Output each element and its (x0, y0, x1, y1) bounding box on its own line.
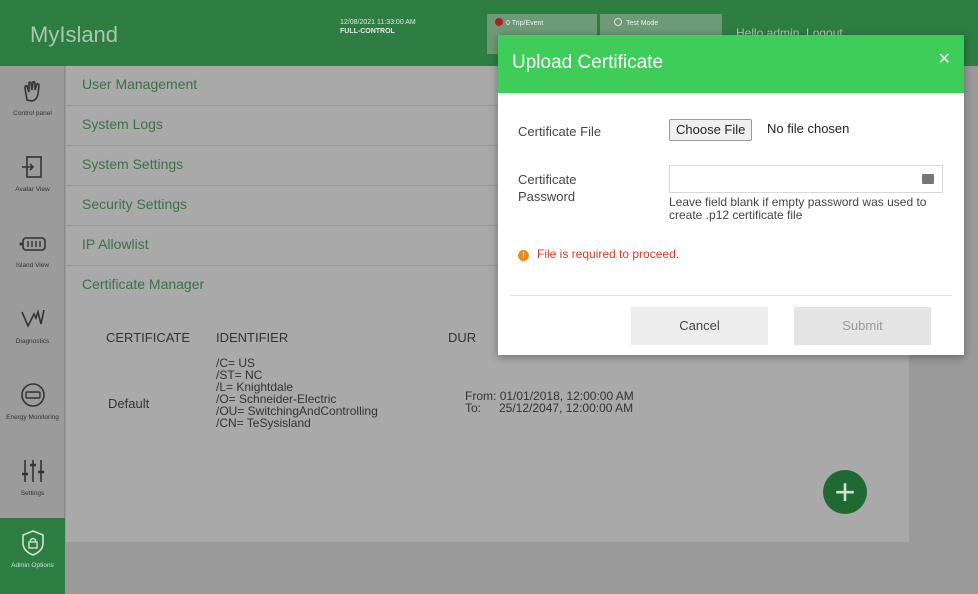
password-label-line: Password (518, 189, 576, 204)
app-brand: MyIsland (30, 22, 119, 47)
sidebar-item-admin-options[interactable]: Admin Options (0, 518, 65, 594)
pulse-icon (20, 309, 45, 328)
sidebar-item-settings[interactable]: Settings (0, 446, 65, 522)
sidebar: Control panel Avatar View Island View Di… (0, 66, 65, 594)
submit-button[interactable]: Submit (794, 307, 931, 345)
to-label: To: (465, 401, 482, 415)
radio-icon (614, 18, 622, 26)
sidebar-label: Admin Options (11, 562, 54, 569)
add-certificate-button[interactable]: + (823, 470, 867, 514)
dialog-title: Upload Certificate (512, 52, 664, 73)
meter-icon (20, 383, 45, 407)
test-mode-label: Test Mode (626, 20, 659, 27)
shield-lock-icon (21, 530, 44, 556)
sidebar-item-avatar-view[interactable]: Avatar View (0, 142, 65, 218)
trip-event-label: 0 Trip/Event (506, 20, 544, 27)
sliders-icon (21, 460, 44, 482)
to-value: 25/12/2047, 12:00:00 AM (499, 401, 634, 415)
sidebar-label: Avatar View (15, 186, 50, 193)
identifier-line: /CN= TeSysisland (216, 416, 311, 430)
control-mode-text: FULL-CONTROL (340, 28, 395, 35)
column-header-duration: DUR (448, 330, 477, 345)
datetime-display: 12/08/2021 11:33:00 AM FULL-CONTROL (340, 18, 480, 50)
certificate-duration: From: 01/01/2018, 12:00:00 AM To: 25/12/2… (465, 390, 634, 414)
password-label-line: Certificate (518, 172, 577, 187)
sidebar-label: Settings (20, 490, 45, 497)
sidebar-label: Energy Monitoring (6, 414, 59, 421)
sidebar-label: Control panel (13, 110, 52, 117)
password-hint: Leave field blank if empty password was … (669, 195, 927, 222)
keyboard-icon[interactable] (922, 174, 934, 184)
upload-certificate-dialog: Upload Certificate × Certificate File Ch… (498, 35, 964, 355)
certificate-name: Default (108, 396, 150, 411)
certificate-password-label: Certificate Password (518, 171, 577, 205)
error-message: ! File is required to proceed. (518, 247, 679, 261)
cancel-button[interactable]: Cancel (631, 307, 768, 345)
certificate-password-input[interactable] (669, 165, 943, 193)
sidebar-item-control-panel[interactable]: Control panel (0, 66, 65, 142)
battery-icon (19, 237, 46, 251)
alert-dot-icon (495, 18, 503, 26)
sidebar-item-diagnostics[interactable]: Diagnostics (0, 294, 65, 370)
choose-file-button[interactable]: Choose File (669, 119, 753, 141)
datetime-text: 12/08/2021 11:33:00 AM (340, 19, 416, 26)
column-header-certificate: CERTIFICATE (106, 330, 191, 345)
sidebar-label: Island View (15, 262, 50, 269)
certificate-file-label: Certificate File (518, 124, 602, 139)
certificate-identifier: /C= US /ST= NC /L= Knightdale /O= Schnei… (216, 357, 378, 429)
hand-icon (23, 80, 40, 102)
column-header-identifier: IDENTIFIER (216, 330, 289, 345)
error-text: File is required to proceed. (537, 247, 680, 261)
dialog-header: Upload Certificate × (498, 35, 964, 93)
file-status-text: No file chosen (767, 121, 850, 136)
enter-icon (21, 156, 42, 178)
close-icon[interactable]: × (938, 49, 950, 69)
dialog-divider (510, 295, 952, 296)
warning-icon: ! (518, 250, 529, 261)
sidebar-item-energy-monitoring[interactable]: Energy Monitoring (0, 370, 65, 446)
sidebar-item-island-view[interactable]: Island View (0, 218, 65, 294)
sidebar-label: Diagnostics (15, 338, 50, 345)
